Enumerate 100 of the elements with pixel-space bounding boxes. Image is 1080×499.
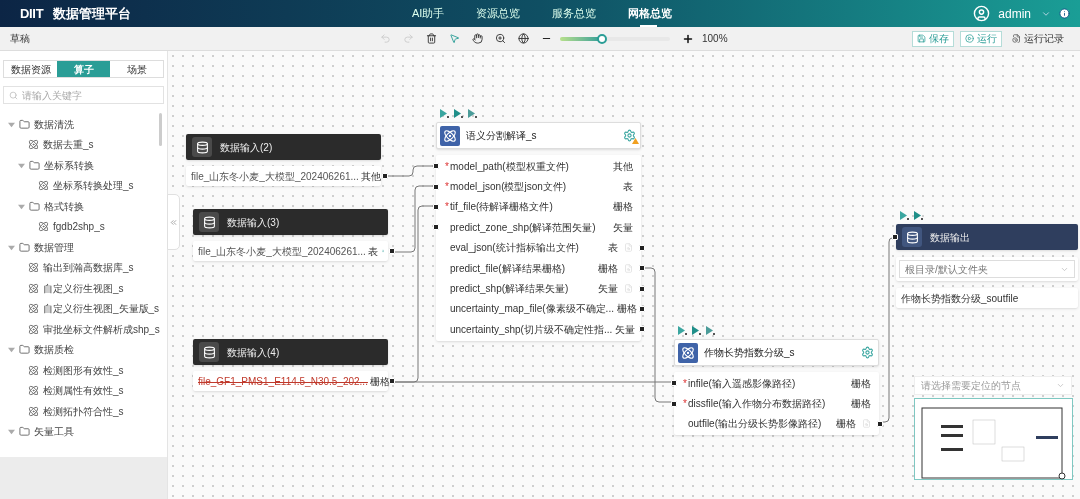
port-label: tif_file(待解译栅格文件): [450, 200, 553, 215]
port-handle[interactable]: [389, 248, 395, 254]
node-title: 语义分割解译_s: [466, 129, 538, 143]
document-clock-icon: [1012, 34, 1021, 43]
atom-icon: [28, 282, 39, 294]
required-marker: *: [445, 200, 450, 215]
folder-icon: [29, 200, 40, 212]
tree-item[interactable]: 审批坐标文件解析成shp_s: [43, 321, 160, 337]
data-type: 栅格: [836, 417, 856, 432]
output-file-name: 作物长势指数分级_soutfile: [901, 291, 1019, 306]
zoom-in-icon[interactable]: [495, 33, 506, 44]
node-header[interactable]: 数据输入(4): [193, 339, 388, 365]
nav-tab[interactable]: 资源总览: [460, 0, 537, 27]
run-icon[interactable]: [914, 211, 923, 220]
run-icon[interactable]: [900, 211, 909, 220]
globe-icon[interactable]: [518, 33, 529, 44]
file-row[interactable]: file_山东冬小麦_大模型_202406261... 表: [193, 241, 388, 261]
tree-folder[interactable]: 格式转换: [44, 198, 84, 214]
user-name[interactable]: admin: [998, 4, 1031, 23]
sidebar-tab[interactable]: 场景: [110, 61, 163, 77]
zoom-in-button[interactable]: [682, 32, 694, 45]
sidebar-tab[interactable]: 数据资源: [4, 61, 57, 77]
play-icon: [965, 34, 974, 43]
log-button[interactable]: 运行记录: [1008, 30, 1068, 47]
run-icon[interactable]: [468, 109, 477, 118]
tree-folder[interactable]: 数据质检: [34, 342, 74, 358]
minimap-drawing[interactable]: [914, 398, 1073, 480]
node-header[interactable]: 作物长势指数分级_s: [674, 339, 879, 366]
port-handle[interactable]: [892, 234, 898, 240]
atom-icon: [28, 323, 39, 335]
data-type: 矢量: [598, 282, 618, 297]
slider-track[interactable]: [560, 36, 670, 41]
port-handle[interactable]: [639, 326, 645, 333]
tree-folder[interactable]: 坐标系转换: [44, 157, 94, 173]
collapse-handle[interactable]: [167, 194, 180, 250]
data-type: 栅格: [616, 302, 637, 317]
slider-thumb[interactable]: [596, 33, 607, 44]
chevron-icon: [1056, 381, 1065, 390]
nav-tab[interactable]: 服务总览: [536, 0, 613, 27]
port-label: dissfile(输入作物分布数据路径): [688, 397, 826, 412]
atom-icon: [28, 303, 39, 315]
database-icon: [902, 227, 922, 247]
port-handle[interactable]: [433, 224, 439, 231]
tree-folder[interactable]: 数据清洗: [34, 116, 74, 132]
run-button[interactable]: 运行: [960, 30, 1002, 47]
settings-icon[interactable]: [861, 345, 875, 360]
port-handle[interactable]: [639, 265, 645, 272]
port-handle[interactable]: [389, 378, 395, 384]
node-title: 数据输入(4): [227, 345, 280, 360]
atom-icon: [38, 180, 49, 192]
node-header[interactable]: 语义分割解译_s: [436, 122, 641, 149]
tree-item[interactable]: fgdb2shp_s: [53, 219, 105, 235]
port-handle[interactable]: [433, 183, 439, 190]
tree-item[interactable]: 检测拓扑符合性_s: [43, 403, 124, 419]
tree-item[interactable]: 自定义衍生视图_s: [43, 280, 124, 296]
run-icon[interactable]: [692, 326, 701, 335]
data-type: 栅格: [851, 397, 871, 412]
data-type: 表: [623, 180, 633, 195]
tree-folder[interactable]: 数据管理: [34, 239, 74, 255]
node-header[interactable]: 数据输入(3): [193, 209, 388, 235]
port-handle[interactable]: [877, 420, 883, 427]
tree-item[interactable]: 坐标系转换处理_s: [53, 178, 134, 194]
port-handle[interactable]: [639, 244, 645, 251]
data-type: 矢量: [615, 322, 636, 337]
run-icon[interactable]: [678, 326, 687, 335]
save-button[interactable]: 保存: [912, 30, 954, 47]
port-handle[interactable]: [433, 203, 439, 210]
file-row[interactable]: file_GF1_PMS1_E114.5_N30.5_202... 栅格: [193, 371, 388, 391]
trash-icon[interactable]: [426, 33, 437, 44]
port-handle[interactable]: [382, 173, 388, 179]
scrollbar[interactable]: [159, 113, 162, 146]
port-handle[interactable]: [671, 400, 677, 407]
settings-warning-icon[interactable]: [623, 128, 637, 143]
data-type: 矢量: [613, 220, 633, 235]
atom-icon: [28, 405, 39, 417]
node-header[interactable]: 数据输入(2): [186, 134, 381, 160]
port-handle[interactable]: [639, 305, 645, 312]
database-icon: [199, 212, 219, 232]
info-icon[interactable]: [1059, 8, 1070, 19]
tree-item[interactable]: 自定义衍生视图_矢量版_s: [43, 301, 160, 317]
search-field[interactable]: 请输入关键字: [3, 86, 164, 104]
tree-item[interactable]: 检测图形有效性_s: [43, 362, 124, 378]
nav-tab[interactable]: 网格总览: [612, 0, 689, 27]
tree-item[interactable]: 检测属性有效性_s: [43, 383, 124, 399]
tree-item[interactable]: 输出到瀚高数据库_s: [43, 260, 134, 276]
hand-icon[interactable]: [472, 33, 483, 44]
run-icon[interactable]: [454, 109, 463, 118]
port-handle[interactable]: [671, 380, 677, 387]
run-icon[interactable]: [440, 109, 449, 118]
file-row[interactable]: file_山东冬小麦_大模型_202406261... 其他: [186, 166, 381, 186]
user-avatar-icon[interactable]: [973, 5, 991, 22]
tree-item[interactable]: 数据去重_s: [43, 137, 94, 153]
folder-select[interactable]: 根目录/默认文件夹: [899, 260, 1075, 278]
tree-folder[interactable]: 矢量工具: [34, 424, 74, 440]
nav-tab[interactable]: AI助手: [395, 0, 461, 27]
port-handle[interactable]: [433, 163, 439, 170]
folder-icon: [19, 241, 30, 253]
required-marker: *: [683, 397, 688, 412]
run-icon[interactable]: [706, 326, 715, 335]
port-handle[interactable]: [639, 285, 645, 292]
